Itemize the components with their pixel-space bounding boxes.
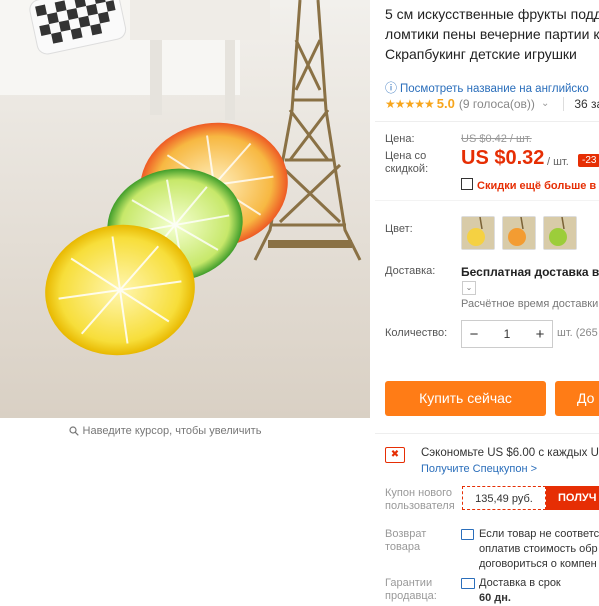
- qr-code-icon: [461, 178, 473, 190]
- quantity-label: Количество:: [385, 327, 448, 339]
- product-image[interactable]: [0, 0, 370, 418]
- new-user-coupon-amount: 135,49 руб.: [462, 486, 546, 510]
- title-line: ломтики пены вечерние партии к: [385, 26, 599, 42]
- new-user-coupon-label: Купон нового пользователя: [385, 487, 455, 512]
- translate-link[interactable]: ⓘ Посмотреть название на английско: [385, 79, 589, 96]
- rating-votes[interactable]: (9 голоса(ов)): [459, 97, 535, 111]
- title-line: Скрапбукинг детские игрушки: [385, 46, 577, 62]
- shipping-label: Доставка:: [385, 265, 436, 277]
- quantity-input[interactable]: 1: [486, 327, 528, 341]
- title-line: 5 см искусственные фрукты подде: [385, 6, 599, 22]
- return-line: договориться о компен: [479, 558, 597, 570]
- color-swatch-lime[interactable]: [543, 216, 577, 250]
- current-price: US $0.32: [461, 147, 545, 169]
- rating-row: ★★★★★ 5.0 (9 голоса(ов)) ⌄ 36 за: [385, 96, 599, 111]
- return-line: Если товар не соответс: [479, 528, 599, 540]
- rating-stars-icon: ★★★★★: [385, 96, 435, 111]
- zoom-hint: Наведите курсор, чтобы увеличить: [0, 425, 330, 437]
- shipping-option[interactable]: Бесплатная доставка в Ru: [461, 265, 599, 279]
- quantity-available: шт. (265: [557, 327, 598, 339]
- discount-badge: -23: [578, 154, 599, 167]
- divider: [375, 121, 599, 122]
- minus-button[interactable]: −: [462, 326, 486, 343]
- add-to-cart-button[interactable]: До: [555, 381, 599, 416]
- return-line: оплатив стоимость обр: [479, 543, 598, 555]
- old-price: US $0.42 / шт.: [461, 133, 532, 145]
- product-title: 5 см искусственные фрукты подде ломтики …: [385, 4, 599, 64]
- price-label: Цена:: [385, 133, 415, 145]
- chevron-down-icon[interactable]: ⌄: [462, 281, 476, 295]
- delivery-time: Расчётное время доставки: [461, 298, 599, 310]
- orders-count: 36 за: [563, 96, 599, 111]
- color-label: Цвет:: [385, 223, 413, 235]
- info-icon: ⓘ: [385, 81, 398, 95]
- chevron-down-icon[interactable]: ⌄: [541, 98, 549, 109]
- return-policy-text: Если товар не соответс оплатив стоимость…: [479, 527, 599, 572]
- plus-button[interactable]: +: [528, 326, 552, 343]
- magnifier-icon: [68, 426, 79, 436]
- coupon-icon: ✖: [385, 447, 405, 463]
- return-label: Возврат товара: [385, 528, 427, 553]
- guarantee-label: Гарантии продавца:: [385, 577, 437, 602]
- delivery-truck-icon: [461, 578, 475, 589]
- save-text: Сэкономьте US $6.00 с каждых US: [421, 447, 599, 459]
- guarantee-line: Доставка в срок: [479, 577, 561, 589]
- swatch-image: [503, 217, 535, 249]
- price-unit: / шт.: [547, 156, 569, 168]
- sale-price-label: Цена со скидкой:: [385, 150, 429, 175]
- quantity-stepper: − 1 +: [461, 320, 553, 348]
- swatch-image: [462, 217, 494, 249]
- zoom-hint-text: Наведите курсор, чтобы увеличить: [82, 425, 262, 437]
- rating-value: 5.0: [436, 96, 455, 111]
- guarantee-text: Доставка в срок 60 дн.: [479, 576, 561, 606]
- app-discount-note[interactable]: Скидки ещё больше в п: [461, 178, 599, 192]
- swatch-image: [544, 217, 576, 249]
- color-swatch-lemon[interactable]: [461, 216, 495, 250]
- return-icon: [461, 529, 474, 540]
- color-swatch-orange[interactable]: [502, 216, 536, 250]
- divider: [375, 433, 599, 434]
- product-photo: [0, 0, 370, 418]
- get-coupon-link[interactable]: Получите Спецкупон >: [421, 463, 537, 475]
- divider: [375, 200, 599, 201]
- get-new-user-coupon-button[interactable]: ПОЛУЧ: [546, 486, 599, 510]
- buy-now-button[interactable]: Купить сейчас: [385, 381, 546, 416]
